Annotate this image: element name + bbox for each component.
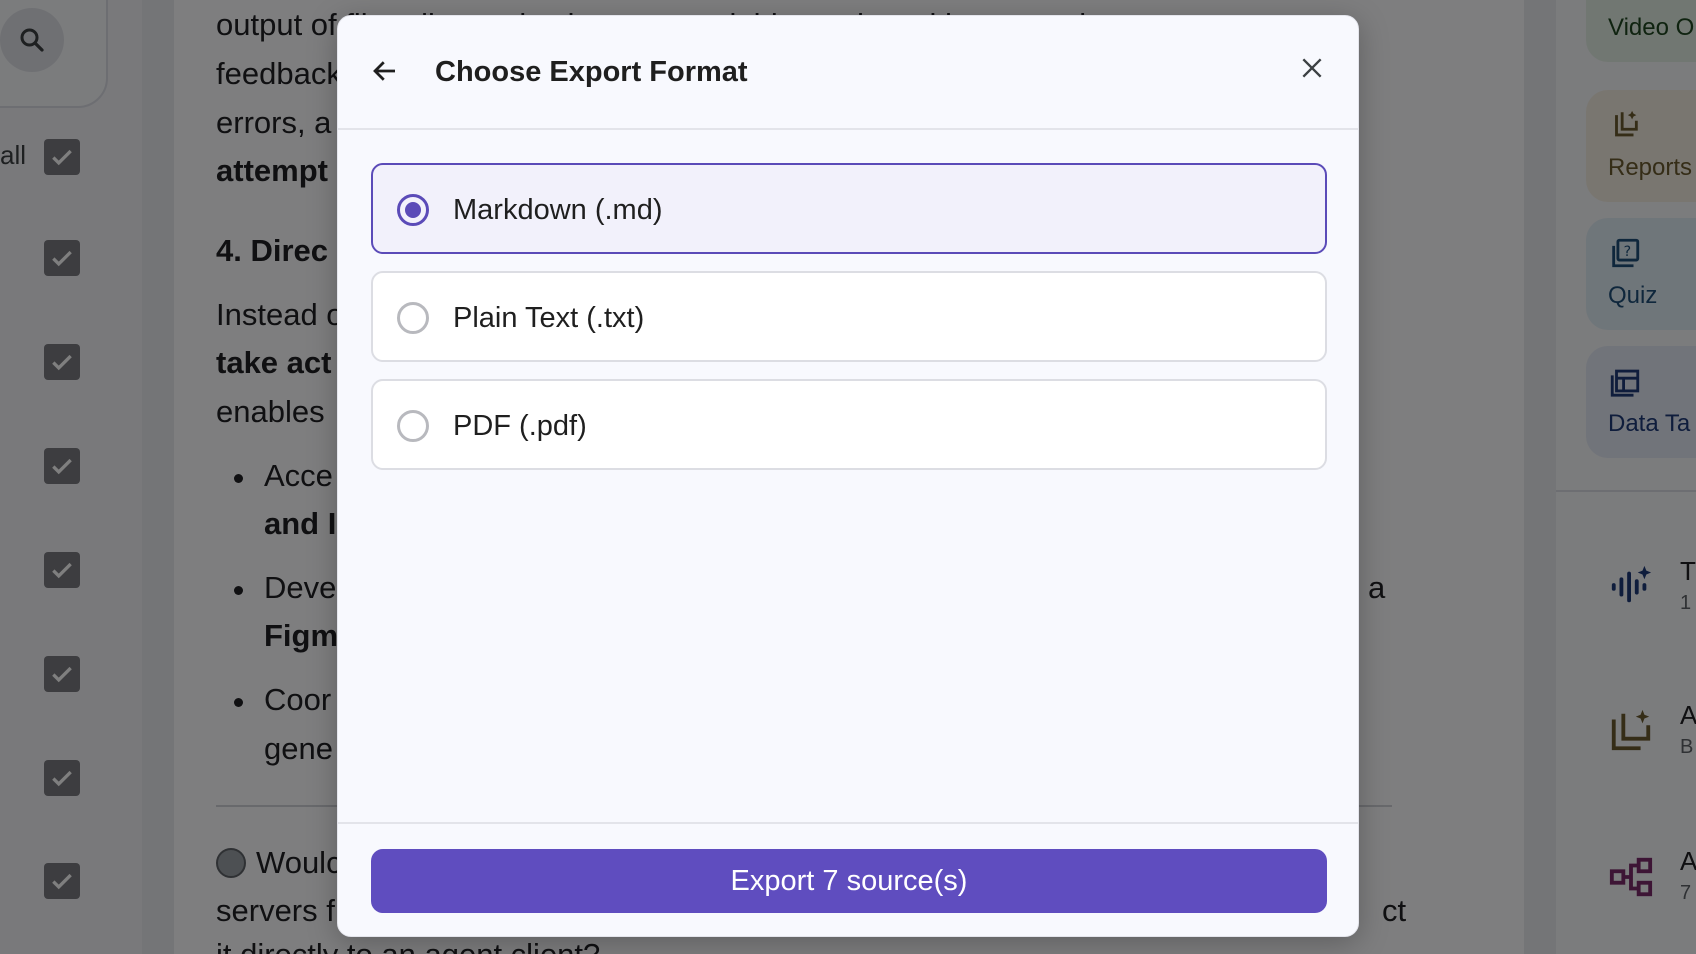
radio-selected[interactable] — [397, 194, 429, 226]
close-icon — [1302, 58, 1322, 78]
arrow-left-icon — [373, 61, 395, 81]
format-option-markdown[interactable]: Markdown (.md) — [371, 163, 1327, 254]
format-option-pdf[interactable]: PDF (.pdf) — [371, 379, 1327, 470]
radio-unselected[interactable] — [397, 302, 429, 334]
export-button[interactable]: Export 7 source(s) — [371, 849, 1327, 913]
footer-divider — [338, 822, 1358, 824]
dialog-header: Choose Export Format — [338, 16, 1358, 130]
option-label: Markdown (.md) — [453, 194, 663, 226]
format-option-plain-text[interactable]: Plain Text (.txt) — [371, 271, 1327, 362]
radio-unselected[interactable] — [397, 410, 429, 442]
close-button[interactable] — [1295, 51, 1329, 85]
option-label: Plain Text (.txt) — [453, 302, 645, 334]
dialog-title: Choose Export Format — [435, 56, 748, 88]
option-label: PDF (.pdf) — [453, 410, 587, 442]
export-format-dialog: Choose Export Format Markdown (.md) Plai… — [337, 15, 1359, 937]
back-button[interactable] — [368, 54, 402, 88]
